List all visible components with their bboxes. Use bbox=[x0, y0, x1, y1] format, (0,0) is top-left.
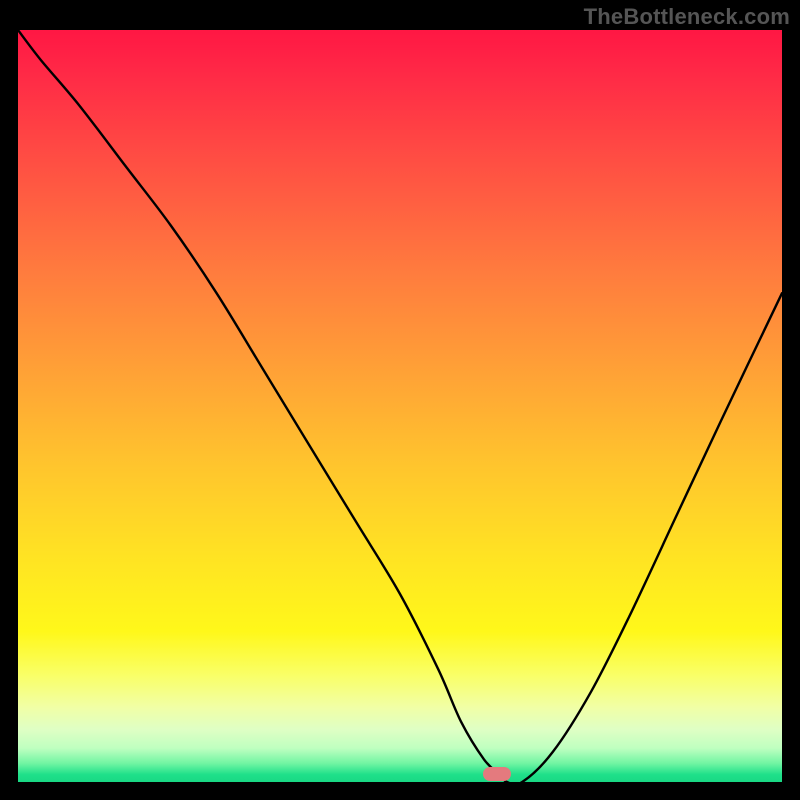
plot-area bbox=[18, 30, 782, 782]
optimal-point-marker bbox=[483, 767, 511, 781]
bottleneck-curve bbox=[18, 30, 782, 782]
chart-frame: TheBottleneck.com bbox=[0, 0, 800, 800]
watermark-text: TheBottleneck.com bbox=[584, 4, 790, 30]
